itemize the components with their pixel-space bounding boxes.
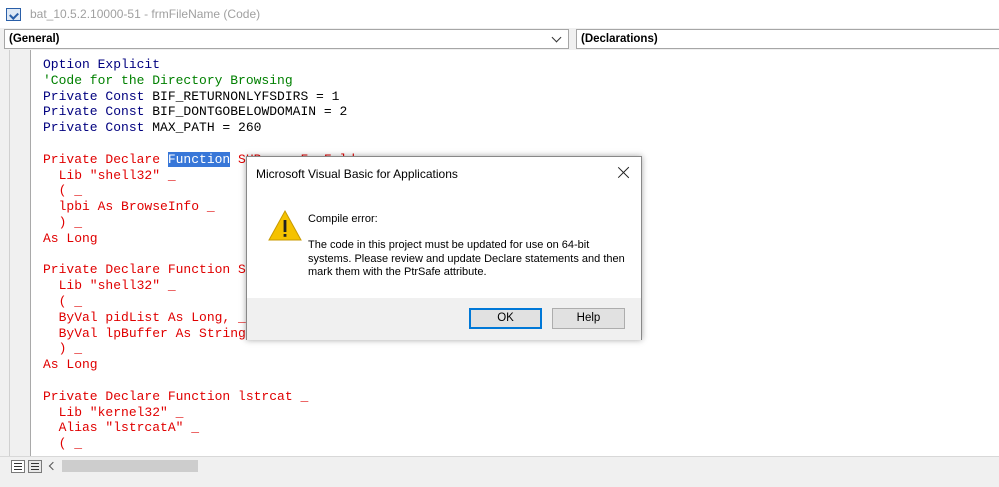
code-token: ( _	[43, 293, 83, 309]
object-combo[interactable]: (General)	[4, 29, 569, 49]
code-token: lpbi As BrowseInfo _	[43, 199, 215, 215]
selected-text: Function	[167, 151, 231, 167]
code-token: Lib "kernel32" _	[43, 404, 184, 420]
code-token: ( _	[43, 183, 83, 199]
object-combo-value: (General)	[9, 33, 60, 45]
code-token: 'Code for the Directory Browsing	[43, 72, 293, 88]
code-line[interactable]	[43, 136, 402, 152]
code-token: ) _	[43, 341, 83, 357]
procedure-combo-value: (Declarations)	[581, 33, 658, 45]
code-line[interactable]: As Long	[43, 357, 402, 373]
bottom-bar	[0, 456, 999, 475]
code-line[interactable]: ( _	[43, 436, 402, 452]
code-line[interactable]: Alias "lstrcatA" _	[43, 420, 402, 436]
dialog-footer: OK Help	[247, 298, 641, 340]
code-line[interactable]: Private Const MAX_PATH = 260	[43, 120, 402, 136]
status-strip	[0, 475, 999, 487]
code-token: Private Declare	[43, 151, 168, 167]
code-line[interactable]	[43, 373, 402, 389]
margin-indicator-bar[interactable]	[9, 50, 31, 456]
code-line[interactable]: Lib "kernel32" _	[43, 405, 402, 421]
dialog-heading: Compile error:	[308, 213, 378, 225]
chevron-down-icon[interactable]	[550, 32, 564, 46]
close-icon[interactable]	[615, 164, 633, 182]
code-line[interactable]: Private Const BIF_DONTGOBELOWDOMAIN = 2	[43, 104, 402, 120]
code-line[interactable]: Private Declare Function lstrcat _	[43, 389, 402, 405]
code-line[interactable]: ) _	[43, 341, 402, 357]
dialog-title: Microsoft Visual Basic for Applications	[256, 167, 458, 181]
compile-error-dialog: Microsoft Visual Basic for Applications …	[246, 156, 642, 340]
code-token: Private Const	[43, 120, 145, 136]
code-token: As Long	[43, 230, 98, 246]
code-token: Private Const	[43, 104, 145, 120]
code-token: Lib "shell32" _	[43, 167, 176, 183]
code-token: Option Explicit	[43, 57, 161, 72]
help-button[interactable]: Help	[552, 308, 625, 329]
code-token: ByVal pidList As Long, _	[43, 309, 246, 325]
scroll-left-icon[interactable]	[45, 459, 59, 473]
code-token: ) _	[43, 214, 83, 230]
code-token: BIF_DONTGOBELOWDOMAIN = 2	[144, 104, 348, 120]
code-line[interactable]: Option Explicit	[43, 57, 402, 73]
procedure-view-icon[interactable]	[11, 460, 25, 473]
left-gutter	[0, 50, 9, 487]
title-bar[interactable]: bat_10.5.2.10000-51 - frmFileName (Code)	[0, 0, 999, 28]
horizontal-scrollbar-thumb[interactable]	[62, 460, 198, 472]
window-title: bat_10.5.2.10000-51 - frmFileName (Code)	[30, 7, 261, 21]
code-token: As Long	[43, 357, 98, 373]
dialog-message: The code in this project must be updated…	[308, 239, 625, 278]
code-token: ( _	[43, 436, 83, 452]
code-line[interactable]: 'Code for the Directory Browsing	[43, 73, 402, 89]
ok-button[interactable]: OK	[469, 308, 542, 329]
code-token: Alias "lstrcatA" _	[43, 420, 200, 436]
combo-row: (General) (Declarations)	[0, 28, 999, 50]
code-token: BIF_RETURNONLYFSDIRS = 1	[144, 88, 340, 104]
code-token: Lib "shell32" _	[43, 278, 176, 294]
code-token: ByVal lpBuffer As String _	[43, 325, 262, 341]
procedure-combo[interactable]: (Declarations)	[576, 29, 999, 49]
code-window-icon	[6, 8, 21, 21]
code-line[interactable]: Private Const BIF_RETURNONLYFSDIRS = 1	[43, 89, 402, 105]
full-module-view-icon[interactable]	[28, 460, 42, 473]
warning-icon	[268, 209, 302, 241]
code-token: Private Declare Function lstrcat _	[43, 388, 309, 404]
code-token: Private Const	[43, 88, 145, 104]
code-token: MAX_PATH = 260	[144, 120, 262, 136]
